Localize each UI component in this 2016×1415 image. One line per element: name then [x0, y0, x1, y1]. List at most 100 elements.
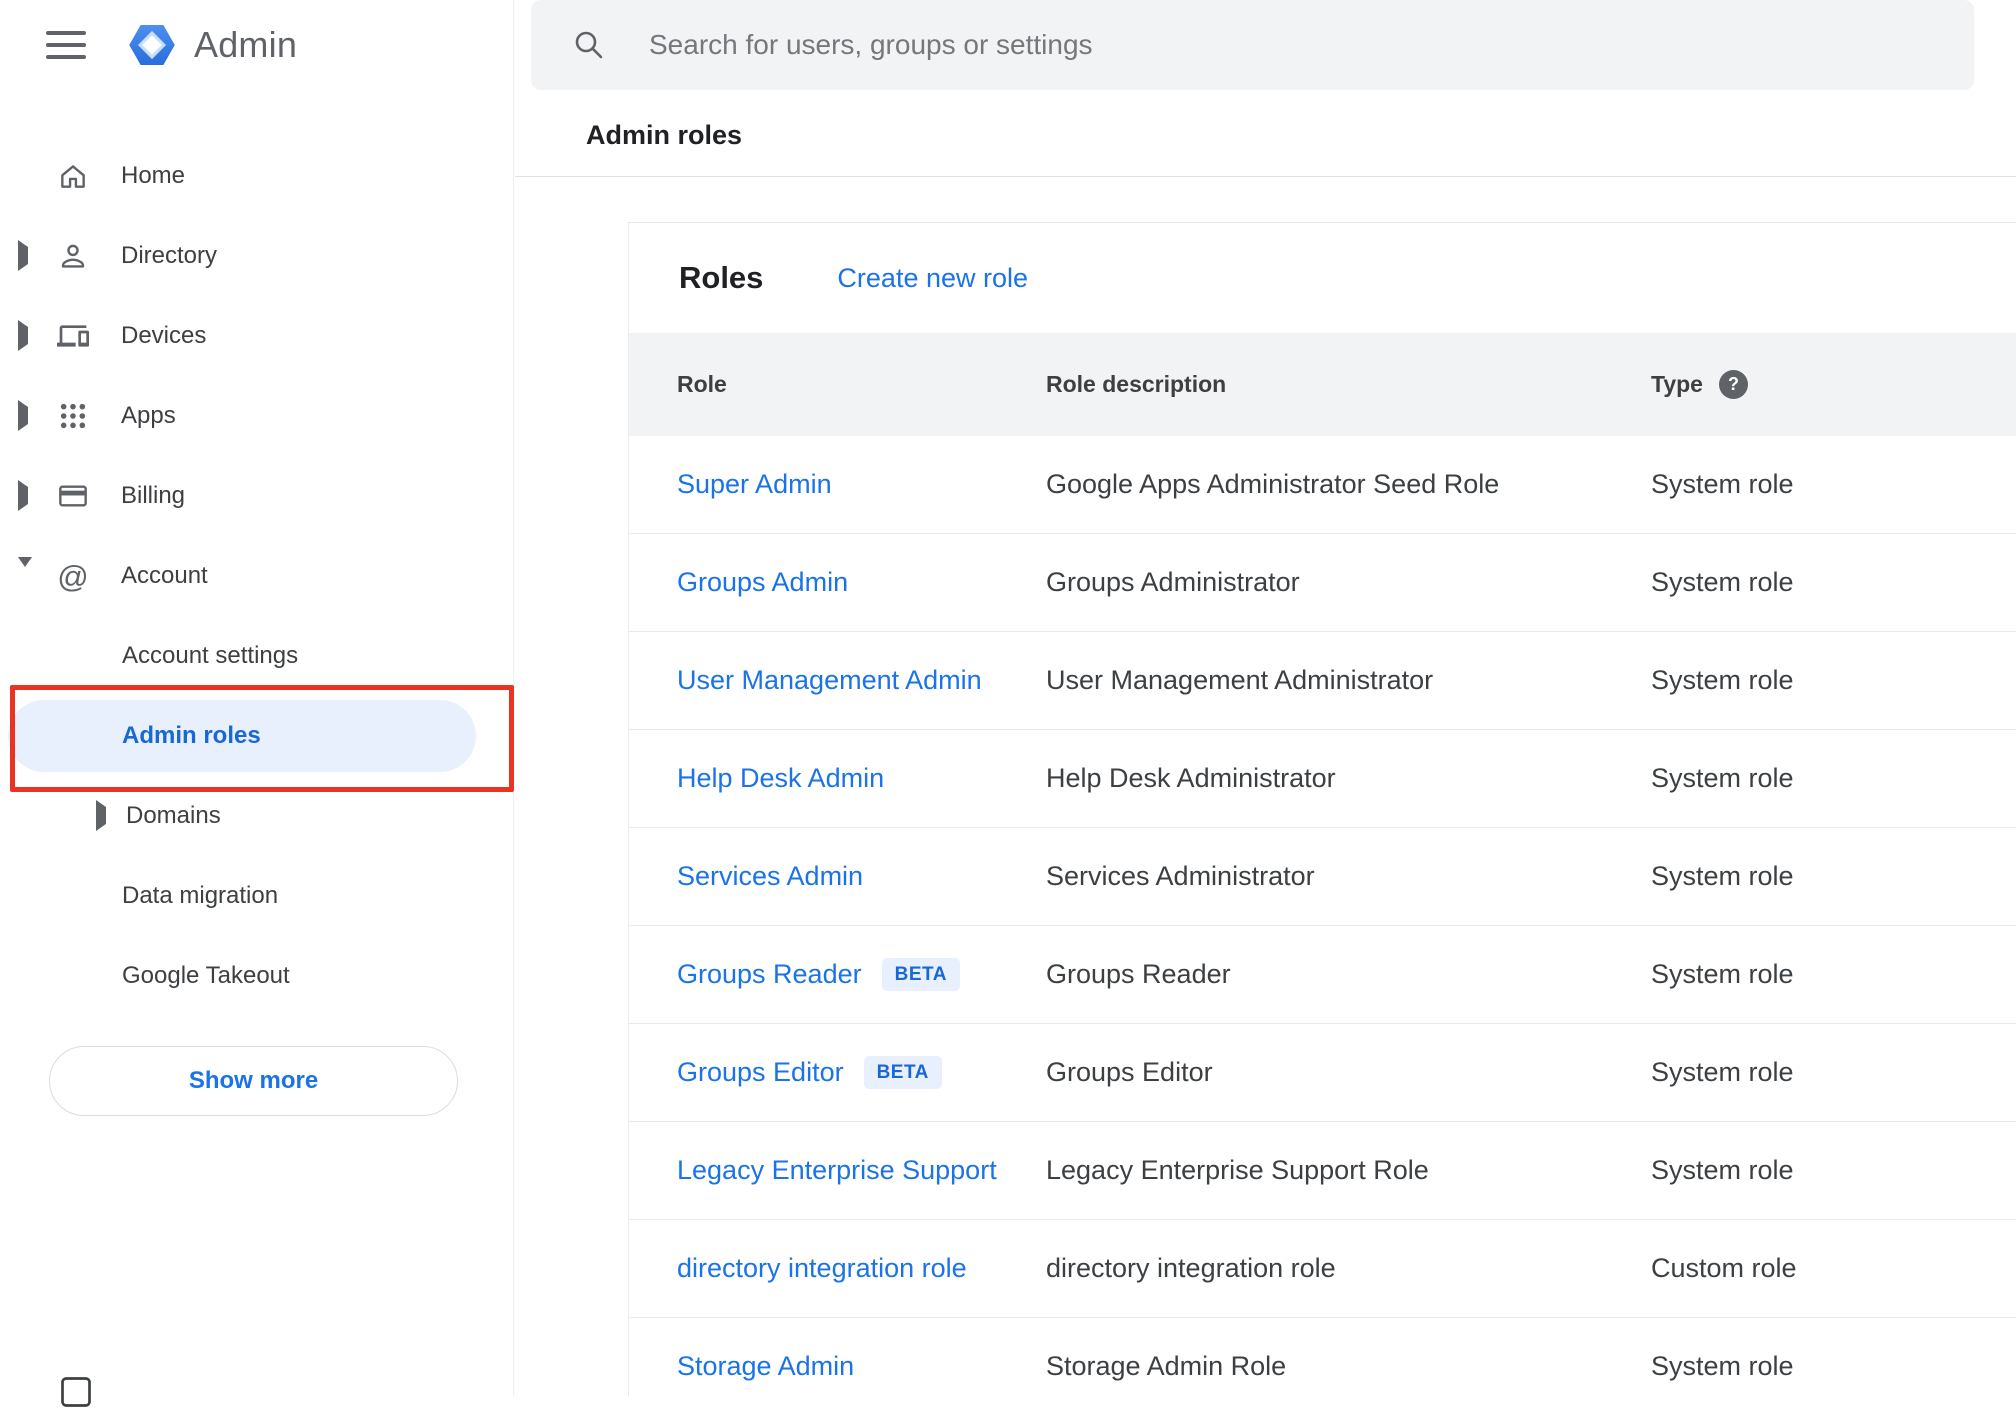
expand-arrow-icon[interactable]: [18, 480, 28, 511]
sidebar-item-label: Account: [121, 562, 208, 589]
send-feedback-icon[interactable]: [58, 1374, 94, 1410]
role-link[interactable]: Legacy Enterprise Support: [677, 1155, 997, 1186]
column-header-description: Role description: [1046, 371, 1227, 397]
role-type: System role: [1651, 567, 1794, 597]
at-sign-icon: @: [57, 558, 89, 594]
role-link[interactable]: Groups Editor: [677, 1057, 844, 1088]
devices-icon: [56, 319, 90, 353]
role-description: Google Apps Administrator Seed Role: [1046, 469, 1500, 499]
search-bar: [531, 0, 1974, 90]
column-header-type-label: Type: [1651, 371, 1703, 397]
role-description: Services Administrator: [1046, 861, 1315, 891]
role-link[interactable]: Super Admin: [677, 469, 832, 500]
hamburger-menu-icon[interactable]: [46, 31, 86, 59]
sidebar-item-label: Google Takeout: [122, 962, 290, 989]
table-row: Services Admin Services Administrator Syst…: [629, 828, 2016, 926]
table-row: Legacy Enterprise Support Legacy Enterpri…: [629, 1122, 2016, 1220]
sidebar-item-label: Account settings: [122, 642, 299, 669]
role-type: System role: [1651, 1057, 1794, 1087]
admin-logo-icon: [126, 19, 178, 71]
sidebar-item-admin-roles[interactable]: Admin roles: [0, 696, 513, 776]
show-more-button[interactable]: Show more: [49, 1046, 458, 1116]
role-link[interactable]: directory integration role: [677, 1253, 967, 1284]
sidebar-item-google-takeout[interactable]: Google Takeout: [0, 936, 513, 1016]
role-type: System role: [1651, 861, 1794, 891]
role-type: System role: [1651, 1155, 1794, 1185]
role-description: Storage Admin Role: [1046, 1351, 1287, 1381]
sidebar-item-label: Devices: [121, 322, 207, 349]
role-description: Groups Reader: [1046, 959, 1231, 989]
expand-arrow-icon[interactable]: [96, 800, 106, 831]
table-row: User Management Admin User Management Adm…: [629, 632, 2016, 730]
breadcrumb-divider: [515, 176, 2016, 177]
column-header-role: Role: [677, 371, 727, 397]
search-icon: [571, 27, 607, 63]
expand-arrow-icon[interactable]: [18, 240, 28, 271]
app-title: Admin: [194, 24, 298, 65]
show-more-label: Show more: [188, 1067, 319, 1094]
roles-card-header: Roles Create new role: [629, 223, 2016, 333]
sidebar-item-label: Billing: [121, 482, 186, 509]
sidebar-item-account-settings[interactable]: Account settings: [0, 616, 513, 696]
home-icon: [56, 159, 90, 193]
table-row: Groups Editor BETA Groups Editor System rol…: [629, 1024, 2016, 1122]
role-description: Groups Administrator: [1046, 567, 1300, 597]
sidebar-item-home[interactable]: Home: [0, 136, 513, 216]
sidebar-item-devices[interactable]: Devices: [0, 296, 513, 376]
sidebar-nav: Home Directory Devices Apps Billing @ Ac…: [0, 136, 513, 1016]
apps-grid-icon: [56, 399, 90, 433]
role-description: Legacy Enterprise Support Role: [1046, 1155, 1429, 1185]
sidebar-item-label: Data migration: [122, 882, 279, 909]
page-title: Admin roles: [586, 120, 743, 150]
sidebar-item-data-migration[interactable]: Data migration: [0, 856, 513, 936]
table-row: Groups Admin Groups Administrator System r…: [629, 534, 2016, 632]
collapse-arrow-icon[interactable]: [18, 557, 32, 585]
sidebar-item-domains[interactable]: Domains: [0, 776, 513, 856]
table-header-row: Role Role description Type ?: [629, 333, 2016, 436]
table-row: Storage Admin Storage Admin Role System ro…: [629, 1318, 2016, 1396]
role-link[interactable]: Groups Reader: [677, 959, 862, 990]
sidebar-item-label: Apps: [121, 402, 176, 429]
expand-arrow-icon[interactable]: [18, 320, 28, 351]
beta-badge: BETA: [881, 958, 960, 991]
table-row: Groups Reader BETA Groups Reader System rol…: [629, 926, 2016, 1024]
sidebar-item-label: Admin roles: [122, 722, 261, 749]
role-description: directory integration role: [1046, 1253, 1336, 1283]
table-row: Super Admin Google Apps Administrator See…: [629, 436, 2016, 534]
sidebar-item-label: Domains: [126, 802, 221, 829]
help-icon[interactable]: ?: [1718, 370, 1748, 399]
sidebar-item-account[interactable]: @ Account: [0, 536, 513, 616]
role-type: System role: [1651, 959, 1794, 989]
sidebar-item-billing[interactable]: Billing: [0, 456, 513, 536]
role-type: System role: [1651, 1351, 1794, 1381]
sidebar: Admin Home Directory Devices Apps Billin…: [0, 0, 514, 1407]
sidebar-header: Admin: [0, 0, 513, 90]
roles-table-body: Super Admin Google Apps Administrator See…: [629, 436, 2016, 1396]
role-description: Help Desk Administrator: [1046, 763, 1336, 793]
role-link[interactable]: Help Desk Admin: [677, 763, 884, 794]
sidebar-item-label: Directory: [121, 242, 218, 269]
role-type: Custom role: [1651, 1253, 1797, 1283]
role-type: System role: [1651, 469, 1794, 499]
role-type: System role: [1651, 665, 1794, 695]
role-description: User Management Administrator: [1046, 665, 1434, 695]
expand-arrow-icon[interactable]: [18, 400, 28, 431]
role-link[interactable]: Groups Admin: [677, 567, 848, 598]
roles-card: Roles Create new role Role Role descript…: [628, 222, 2016, 1396]
role-type: System role: [1651, 763, 1794, 793]
sidebar-item-label: Home: [121, 162, 186, 189]
table-row: directory integration role directory inte…: [629, 1220, 2016, 1318]
role-link[interactable]: User Management Admin: [677, 665, 982, 696]
beta-badge: BETA: [863, 1056, 942, 1089]
role-description: Groups Editor: [1046, 1057, 1213, 1087]
sidebar-item-apps[interactable]: Apps: [0, 376, 513, 456]
roles-title: Roles: [679, 260, 764, 295]
sidebar-item-directory[interactable]: Directory: [0, 216, 513, 296]
role-link[interactable]: Storage Admin: [677, 1351, 854, 1382]
search-input[interactable]: [647, 15, 1974, 75]
column-header-type: Type ?: [1651, 370, 2016, 399]
table-row: Help Desk Admin Help Desk Administrator Sy…: [629, 730, 2016, 828]
person-icon: [56, 239, 90, 273]
role-link[interactable]: Services Admin: [677, 861, 863, 892]
create-new-role-link[interactable]: Create new role: [837, 263, 1028, 294]
